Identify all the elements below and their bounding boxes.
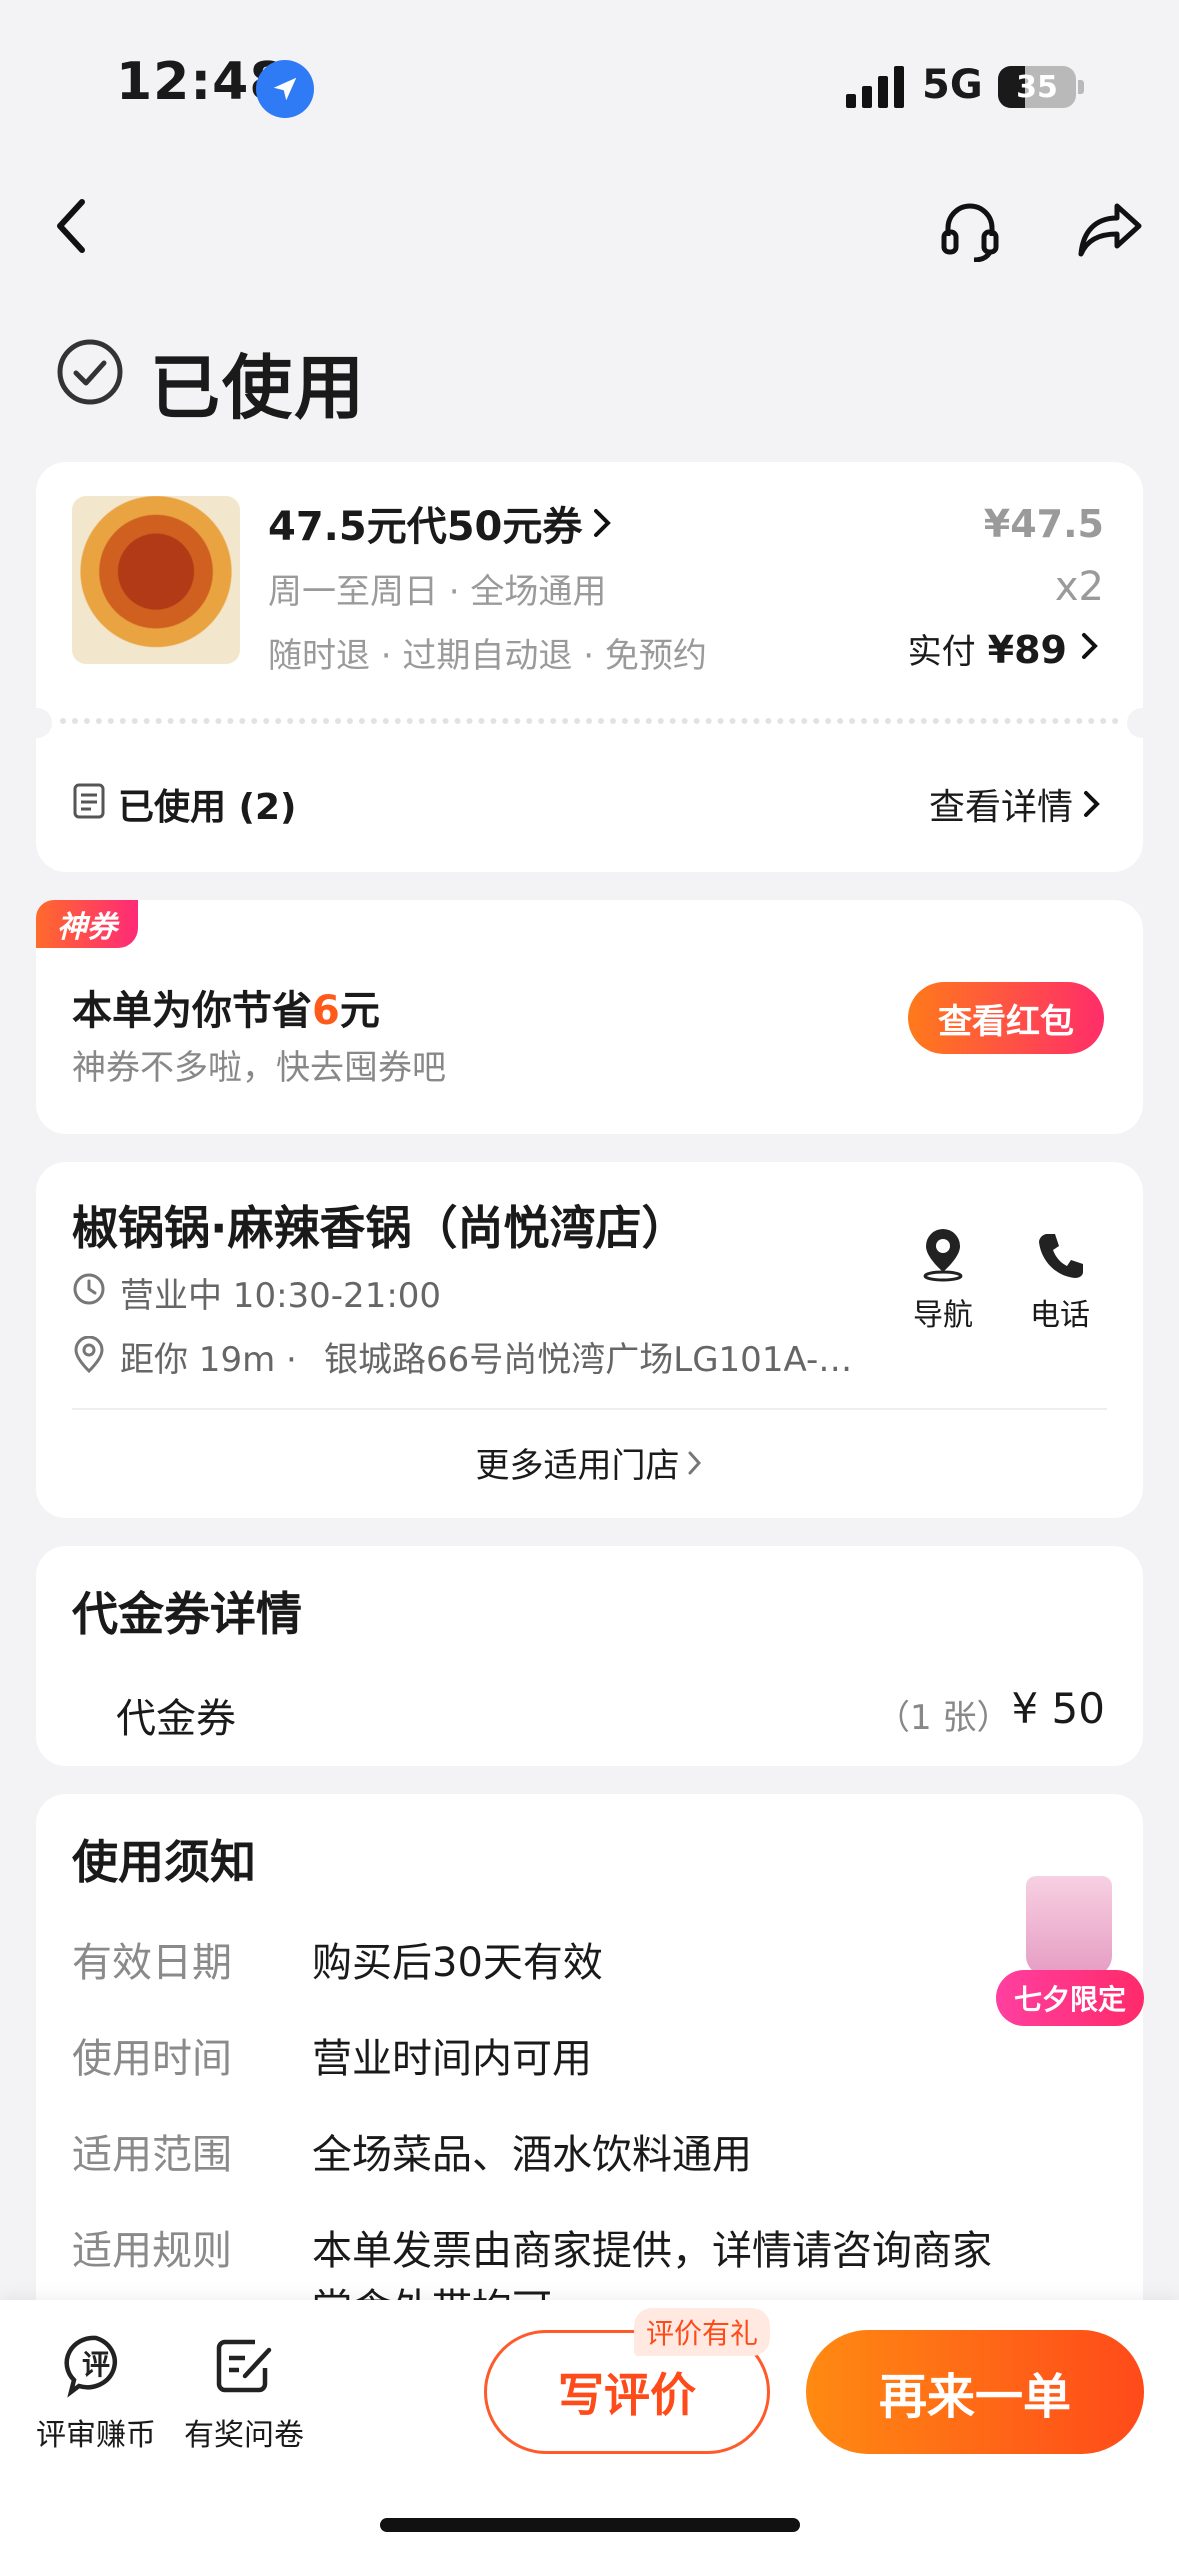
- survey-edit-icon: [216, 2339, 272, 2393]
- location-arrow-icon: [256, 60, 314, 118]
- savings-amount: 6: [312, 988, 340, 1034]
- usage-notice-title: 使用须知: [72, 1835, 256, 1889]
- chevron-right-icon: [594, 509, 612, 537]
- more-stores-label: 更多适用门店: [475, 1446, 680, 1486]
- notice-value-rules: 本单发票由商家提供，详情请咨询商家: [312, 2228, 992, 2274]
- navigation-pin-icon: [923, 1229, 963, 1282]
- notice-label-scope: 适用范围: [72, 2132, 232, 2178]
- savings-prefix: 本单为你节省: [72, 988, 312, 1034]
- customer-service-button[interactable]: [930, 190, 1010, 270]
- notice-value-validity: 购买后30天有效: [312, 1940, 603, 1986]
- voucher-item-name: 代金券: [116, 1696, 236, 1742]
- navigate-label: 导航: [913, 1298, 973, 1333]
- quantity: x2: [1054, 564, 1104, 610]
- share-arrow-icon: [1078, 203, 1142, 257]
- headset-icon: [941, 203, 999, 262]
- back-button[interactable]: [36, 190, 108, 262]
- chevron-left-icon: [57, 199, 85, 253]
- notice-value-scope: 全场菜品、酒水饮料通用: [312, 2132, 752, 2178]
- share-button[interactable]: [1068, 190, 1152, 270]
- view-details-label: 查看详情: [928, 787, 1073, 828]
- savings-subtext: 神券不多啦，快去囤券吧: [72, 1048, 446, 1088]
- paid-amount: ¥89: [987, 628, 1067, 672]
- paid-label: 实付: [907, 632, 976, 672]
- promo-tag: 七夕限定: [996, 1970, 1144, 2026]
- store-hours: 营业中 10:30-21:00: [120, 1276, 442, 1316]
- review-earn-label: 评审赚币: [36, 2418, 156, 2453]
- more-stores-link[interactable]: 更多适用门店: [0, 1438, 1179, 1487]
- drink-cup-icon: [1026, 1876, 1112, 1976]
- notice-label-rules: 适用规则: [72, 2228, 232, 2274]
- order-again-button[interactable]: 再来一单: [806, 2330, 1144, 2454]
- savings-suffix: 元: [339, 988, 380, 1034]
- signal-icon: [846, 66, 904, 108]
- product-image[interactable]: [72, 496, 240, 664]
- document-icon: [73, 783, 105, 819]
- page-title: 已使用: [150, 347, 366, 429]
- network-type: 5G: [922, 62, 983, 108]
- view-red-packet-button[interactable]: 查看红包: [908, 982, 1104, 1054]
- coupon-title-link[interactable]: 47.5元代50元券: [268, 494, 614, 552]
- voucher-details-title: 代金券详情: [72, 1587, 302, 1641]
- location-pin-icon: [74, 1336, 104, 1374]
- navigate-button[interactable]: 导航: [910, 1228, 976, 1334]
- chevron-right-icon: [1082, 633, 1098, 659]
- shenjuan-badge: 神券: [36, 900, 138, 948]
- notice-value-time: 营业时间内可用: [312, 2036, 592, 2082]
- savings-text: 本单为你节省6元: [72, 978, 380, 1036]
- store-distance: 距你 19m ·: [120, 1340, 297, 1380]
- paid-amount-link[interactable]: 实付 ¥89: [908, 624, 1101, 673]
- review-bubble-icon: 评: [64, 2335, 118, 2398]
- notice-label-time: 使用时间: [72, 2036, 232, 2082]
- home-indicator: [380, 2518, 800, 2532]
- used-count: 已使用 (2): [118, 787, 297, 828]
- call-button[interactable]: 电话: [1024, 1228, 1096, 1334]
- clock-icon: [73, 1273, 105, 1305]
- coupon-title: 47.5元代50元券: [268, 504, 583, 550]
- chevron-right-icon: [688, 1451, 701, 1474]
- ticket-notch-left: [22, 708, 52, 738]
- ticket-notch-right: [1127, 708, 1157, 738]
- store-address: 银城路66号尚悦湾广场LG101A-…: [324, 1340, 853, 1380]
- view-details-link[interactable]: 查看详情: [929, 778, 1103, 830]
- battery-icon: 35: [998, 66, 1076, 108]
- coupon-days: 周一至周日 · 全场通用: [268, 572, 607, 612]
- chevron-right-icon: [1084, 791, 1100, 817]
- call-label: 电话: [1030, 1298, 1090, 1333]
- svg-text:评: 评: [82, 2348, 110, 2381]
- review-earn-button[interactable]: 评 评审赚币: [28, 2332, 164, 2454]
- store-divider: [72, 1408, 1107, 1410]
- survey-label: 有奖问卷: [184, 2418, 304, 2453]
- battery-text: 35: [1016, 69, 1058, 105]
- review-reward-tag: 评价有礼: [634, 2308, 771, 2356]
- notice-label-validity: 有效日期: [72, 1940, 232, 1986]
- battery-nub: [1078, 80, 1084, 94]
- store-name[interactable]: 椒锅锅·麻辣香锅（尚悦湾店）: [72, 1192, 687, 1258]
- voucher-price: ¥ 50: [1011, 1684, 1105, 1733]
- check-circle-icon: [57, 339, 123, 405]
- voucher-count: （1 张）: [876, 1698, 1011, 1738]
- divider: [60, 718, 1119, 724]
- unit-price: ¥47.5: [983, 502, 1104, 546]
- promo-float[interactable]: 七夕限定: [996, 1876, 1144, 2028]
- phone-icon: [1039, 1234, 1083, 1278]
- coupon-policies: 随时退 · 过期自动退 · 免预约: [268, 636, 707, 676]
- survey-button[interactable]: 有奖问卷: [176, 2332, 312, 2454]
